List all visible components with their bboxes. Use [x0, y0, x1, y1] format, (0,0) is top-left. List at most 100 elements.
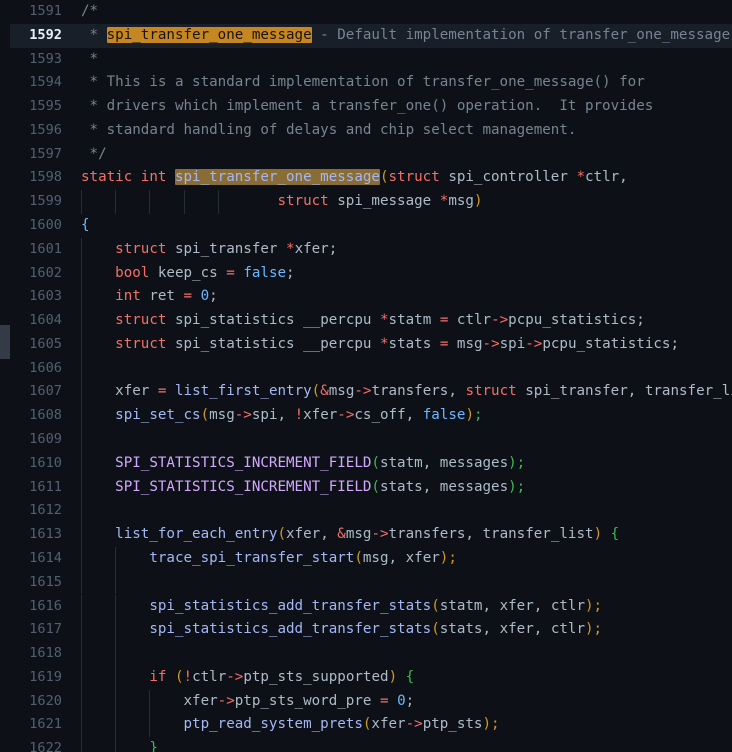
- code-line[interactable]: 1616 spi_statistics_add_transfer_stats(s…: [0, 594, 732, 619]
- code-line[interactable]: 1602 bool keep_cs = false;: [0, 261, 732, 286]
- code-token: ptp_sts_word_pre: [234, 692, 372, 709]
- code-token: int: [140, 169, 167, 186]
- code-line[interactable]: 1607 xfer = list_first_entry(&msg->trans…: [0, 380, 732, 405]
- code-token: 0: [200, 288, 210, 305]
- code-token: );: [508, 478, 526, 495]
- code-token: * drivers which implement a transfer_one…: [81, 98, 654, 115]
- code-line[interactable]: 1608 spi_set_cs(msg->spi, !xfer->cs_off,…: [0, 404, 732, 429]
- code-token: *: [286, 240, 295, 257]
- code-line[interactable]: 1601 struct spi_transfer *xfer;: [0, 237, 732, 262]
- code-token: transfers: [371, 383, 449, 400]
- code-token: * This is a standard implementation of t…: [81, 74, 645, 91]
- code-line[interactable]: 1591/*: [0, 0, 732, 24]
- code-token: msg: [328, 383, 355, 400]
- code-line[interactable]: 1603 int ret = 0;: [0, 285, 732, 310]
- code-token: false: [243, 264, 287, 281]
- code-token: spi_transfer: [174, 240, 278, 257]
- code-line[interactable]: 1605 struct spi_statistics __percpu *sta…: [0, 332, 732, 357]
- code-token: transfers: [388, 526, 466, 543]
- code-line[interactable]: 1597 */: [0, 143, 732, 167]
- code-token: statm: [439, 597, 483, 614]
- indent-guide: [81, 570, 82, 595]
- code-line[interactable]: 1596 * standard handling of delays and c…: [0, 119, 732, 143]
- code-text: spi_set_cs(msg->spi, !xfer->cs_off, fals…: [81, 404, 482, 428]
- code-line[interactable]: 1599 struct spi_message *msg): [0, 190, 732, 214]
- code-token: ,: [482, 621, 500, 638]
- code-line[interactable]: 1600{: [0, 214, 732, 238]
- code-line[interactable]: 1620 xfer->ptp_sts_word_pre = 0;: [0, 689, 732, 714]
- indent-guide: [81, 499, 82, 524]
- code-line[interactable]: 1610 SPI_STATISTICS_INCREMENT_FIELD(stat…: [0, 451, 732, 476]
- code-token: messages: [439, 478, 509, 495]
- code-line[interactable]: 1612: [0, 499, 732, 524]
- code-token: (: [311, 383, 321, 400]
- code-token: list_for_each_entry: [115, 526, 278, 543]
- code-text: /*: [81, 0, 98, 24]
- code-line[interactable]: 1614 trace_spi_transfer_start(msg, xfer)…: [0, 546, 732, 571]
- code-token: ,: [422, 478, 440, 495]
- scrollbar-thumb[interactable]: [0, 325, 10, 359]
- code-line[interactable]: 1598 static int spi_transfer_one_message(…: [0, 166, 732, 190]
- code-line[interactable]: 1613 list_for_each_entry(xfer, &msg->tra…: [0, 523, 732, 547]
- code-line[interactable]: 1593 *: [0, 48, 732, 72]
- code-token: );: [439, 549, 457, 566]
- code-text: * drivers which implement a transfer_one…: [81, 95, 654, 119]
- code-line[interactable]: 1609: [0, 428, 732, 452]
- code-token: xfer: [303, 407, 338, 424]
- code-line[interactable]: 1621 ptp_read_system_prets(xfer->ptp_sts…: [0, 713, 732, 738]
- code-token: int: [115, 288, 141, 305]
- editor-left-scrollbar[interactable]: [0, 0, 10, 752]
- code-token: ,: [533, 597, 551, 614]
- code-token: spi_message: [337, 193, 432, 210]
- code-line[interactable]: 1592 * spi_transfer_one_message - Defaul…: [0, 23, 732, 48]
- code-line[interactable]: 1622 }: [0, 737, 732, 752]
- code-line[interactable]: 1594 * This is a standard implementation…: [0, 71, 732, 95]
- code-line[interactable]: 1604 struct spi_statistics __percpu *sta…: [0, 309, 732, 333]
- code-token: /*: [81, 3, 99, 19]
- code-token: (: [431, 597, 440, 614]
- code-text: }: [81, 737, 158, 752]
- code-token: (: [371, 478, 380, 495]
- code-line[interactable]: 1615: [0, 570, 732, 595]
- code-token: pcpu_statistics: [542, 335, 671, 352]
- code-line[interactable]: 1619 if (!ctlr->ptp_sts_supported) {: [0, 665, 732, 690]
- code-token: &: [337, 526, 346, 543]
- code-token: false: [422, 407, 466, 424]
- code-line[interactable]: 1606: [0, 356, 732, 381]
- code-token: !: [183, 668, 193, 685]
- code-text: {: [81, 214, 90, 238]
- code-line[interactable]: 1611 SPI_STATISTICS_INCREMENT_FIELD(stat…: [0, 475, 732, 500]
- code-token: ,: [422, 454, 440, 471]
- code-line[interactable]: 1617 spi_statistics_add_transfer_stats(s…: [0, 618, 732, 643]
- code-token: msg: [456, 335, 483, 352]
- code-line[interactable]: 1595 * drivers which implement a transfe…: [0, 95, 732, 119]
- code-text: *: [81, 48, 99, 72]
- code-token: !: [294, 407, 304, 424]
- code-text: SPI_STATISTICS_INCREMENT_FIELD(stats, me…: [81, 476, 525, 500]
- code-token: statm: [388, 312, 432, 329]
- code-token: trace_spi_transfer_start: [149, 549, 355, 566]
- code-token: spi_set_cs: [115, 407, 201, 424]
- code-token: *: [576, 169, 585, 186]
- code-token: ctlr: [456, 312, 492, 329]
- code-token: spi: [251, 407, 278, 424]
- code-token: - Default implementation of transfer_one…: [311, 26, 732, 43]
- code-editor[interactable]: 1591/* 1592 * spi_transfer_one_message - …: [0, 0, 732, 752]
- code-token: ,: [277, 407, 295, 424]
- code-line[interactable]: 1618: [0, 642, 732, 666]
- code-token: ,: [533, 621, 551, 638]
- code-token: ;: [405, 692, 415, 709]
- code-token: xfer: [371, 716, 406, 733]
- code-token: ,: [619, 169, 628, 186]
